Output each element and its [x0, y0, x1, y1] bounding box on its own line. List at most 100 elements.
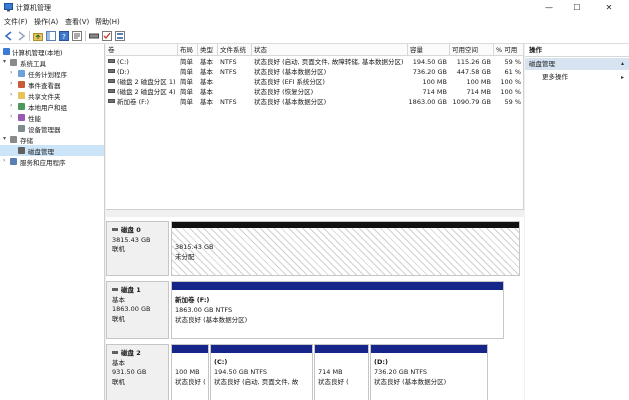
more-actions-item[interactable]: 更多操作 ▸: [525, 72, 629, 83]
up-folder-icon[interactable]: [33, 31, 43, 41]
volume-percent-free: 100 %: [500, 78, 521, 86]
tree-item-disk-management[interactable]: 磁盘管理: [0, 145, 104, 156]
show-hide-tree-icon[interactable]: [46, 31, 56, 41]
volume-status: 状态良好 (启动, 页面文件, 故障转储, 基本数据分区): [254, 58, 404, 66]
tree-item-services-apps[interactable]: › 服务和应用程序: [0, 156, 104, 167]
column-header-percent-free[interactable]: % 可用: [494, 44, 524, 56]
disk-name: 磁盘 0: [121, 226, 141, 234]
column-header-status[interactable]: 状态: [252, 44, 408, 56]
menu-help[interactable]: 帮助(H): [95, 17, 120, 27]
tree-item-performance[interactable]: › 性能: [0, 112, 104, 123]
partition-bar: [371, 345, 487, 353]
disk-row-2: 磁盘 2 基本 931.50 GB 联机 100 MB 状态良好 ( (C:) …: [106, 344, 524, 400]
tree-item-system-tools[interactable]: ▾ 系统工具: [0, 57, 104, 68]
perf-icon: [18, 114, 25, 121]
volume-capacity: 1863.00 GB: [408, 98, 447, 106]
table-row[interactable]: (磁盘 2 磁盘分区 1) 简单 基本 状态良好 (EFI 系统分区) 100 …: [106, 77, 524, 87]
table-row[interactable]: 新加卷 (F:) 简单 基本 NTFS 状态良好 (基本数据分区) 1863.0…: [106, 97, 524, 107]
forward-icon[interactable]: [16, 31, 26, 41]
volume-layout: 简单: [180, 88, 193, 96]
disk-info-1[interactable]: 磁盘 1 基本 1863.00 GB 联机: [106, 281, 169, 339]
column-header-volume[interactable]: 卷: [106, 44, 178, 56]
column-header-filesystem[interactable]: 文件系统: [218, 44, 252, 56]
tree-item-shared-folders[interactable]: › 共享文件夹: [0, 90, 104, 101]
menu-file[interactable]: 文件(F): [4, 17, 28, 27]
partition-d-drive[interactable]: (D:) 736.20 GB NTFS 状态良好 (基本数据分区): [370, 344, 488, 400]
tree-item-computer-management[interactable]: 计算机管理(本地): [0, 46, 104, 57]
column-header-layout[interactable]: 布局: [178, 44, 198, 56]
tree-item-label: 本地用户和组: [28, 104, 67, 112]
disk-size: 3815.43 GB: [112, 235, 151, 244]
tree-item-label: 存储: [20, 137, 33, 145]
computer-icon: [3, 48, 10, 55]
partition-status: 状态良好 (: [175, 378, 206, 386]
partition-f-drive[interactable]: 新加卷 (F:) 1863.00 GB NTFS 状态良好 (基本数据分区): [171, 281, 504, 339]
expand-arrow-icon[interactable]: ›: [10, 91, 12, 98]
tree-item-task-scheduler[interactable]: › 任务计划程序: [0, 68, 104, 79]
volume-type: 基本: [200, 88, 213, 96]
toolbar: ?: [0, 28, 629, 44]
disk-size: 931.50 GB: [112, 368, 147, 376]
expand-arrow-icon[interactable]: ›: [10, 69, 12, 76]
tree-item-label: 性能: [28, 115, 41, 123]
tree-item-local-users[interactable]: › 本地用户和组: [0, 101, 104, 112]
view-icon[interactable]: [115, 31, 125, 41]
partition-bar: [172, 282, 503, 290]
pane-splitter[interactable]: [106, 209, 524, 217]
expand-arrow-icon[interactable]: ›: [10, 113, 12, 120]
partition-c-drive[interactable]: (C:) 194.50 GB NTFS 状态良好 (启动, 页面文件, 故: [210, 344, 313, 400]
tree-item-device-manager[interactable]: 设备管理器: [0, 123, 104, 134]
help-icon[interactable]: ?: [59, 31, 69, 41]
disk-info-0[interactable]: 磁盘 0 3815.43 GB 联机: [106, 221, 169, 276]
tree-item-label: 磁盘管理: [28, 148, 54, 156]
volume-status: 状态良好 (EFI 系统分区): [254, 78, 325, 86]
volume-layout: 简单: [180, 58, 193, 66]
actions-section-disk-management[interactable]: 磁盘管理 ▴: [525, 58, 629, 70]
check-icon[interactable]: [102, 31, 112, 41]
volume-name: (C:): [117, 58, 129, 66]
tree-item-storage[interactable]: ▾ 存储: [0, 134, 104, 145]
volume-filesystem: NTFS: [220, 68, 237, 76]
maximize-button[interactable]: ☐: [566, 0, 588, 15]
navigation-tree: 计算机管理(本地) ▾ 系统工具 › 任务计划程序 › 事件查看器 › 共享文件…: [0, 44, 105, 400]
expand-arrow-icon[interactable]: ›: [10, 102, 12, 109]
partition-name: (C:): [214, 358, 228, 366]
partition-status: 状态良好 (基本数据分区): [175, 316, 248, 324]
expand-arrow-icon[interactable]: ▾: [3, 58, 6, 65]
table-row[interactable]: (C:) 简单 基本 NTFS 状态良好 (启动, 页面文件, 故障转储, 基本…: [106, 57, 524, 67]
table-row[interactable]: (磁盘 2 磁盘分区 4) 简单 基本 状态良好 (恢复分区) 714 MB 7…: [106, 87, 524, 97]
close-button[interactable]: ✕: [598, 0, 620, 15]
expand-arrow-icon[interactable]: ›: [3, 157, 5, 164]
volume-percent-free: 61 %: [504, 68, 521, 76]
partition-efi[interactable]: 100 MB 状态良好 (: [171, 344, 209, 400]
minimize-button[interactable]: —: [538, 0, 560, 15]
disk-icon: [112, 228, 118, 231]
tree-item-event-viewer[interactable]: › 事件查看器: [0, 79, 104, 90]
menu-view[interactable]: 查看(V): [65, 17, 89, 27]
services-icon: [10, 158, 17, 165]
menu-bar: 文件(F) 操作(A) 查看(V) 帮助(H): [0, 15, 629, 28]
partition-unallocated[interactable]: 3815.43 GB 未分配: [171, 221, 520, 276]
volume-layout: 简单: [180, 98, 193, 106]
volume-icon: [108, 99, 115, 103]
back-icon[interactable]: [4, 31, 14, 41]
column-header-free-space[interactable]: 可用空间: [450, 44, 494, 56]
expand-arrow-icon[interactable]: ▾: [3, 135, 6, 142]
properties-icon[interactable]: [72, 31, 82, 41]
partition-recovery[interactable]: 714 MB 状态良好 (: [314, 344, 369, 400]
partition-status: 状态良好 (: [318, 378, 349, 386]
column-header-capacity[interactable]: 容量: [408, 44, 450, 56]
collapse-arrow-icon[interactable]: ▴: [621, 58, 624, 70]
partition-bar: [172, 222, 519, 228]
partition-size: 100 MB: [175, 368, 200, 376]
volume-layout: 简单: [180, 78, 193, 86]
column-header-type[interactable]: 类型: [198, 44, 218, 56]
menu-action[interactable]: 操作(A): [34, 17, 58, 27]
expand-arrow-icon[interactable]: ›: [10, 80, 12, 87]
disk-settings-icon[interactable]: [89, 31, 99, 41]
device-icon: [18, 125, 25, 132]
tree-item-label: 任务计划程序: [28, 71, 67, 79]
volume-list-header: 卷 布局 类型 文件系统 状态 容量 可用空间 % 可用: [106, 44, 524, 56]
disk-info-2[interactable]: 磁盘 2 基本 931.50 GB 联机: [106, 344, 169, 400]
table-row[interactable]: (D:) 简单 基本 NTFS 状态良好 (基本数据分区) 736.20 GB …: [106, 67, 524, 77]
